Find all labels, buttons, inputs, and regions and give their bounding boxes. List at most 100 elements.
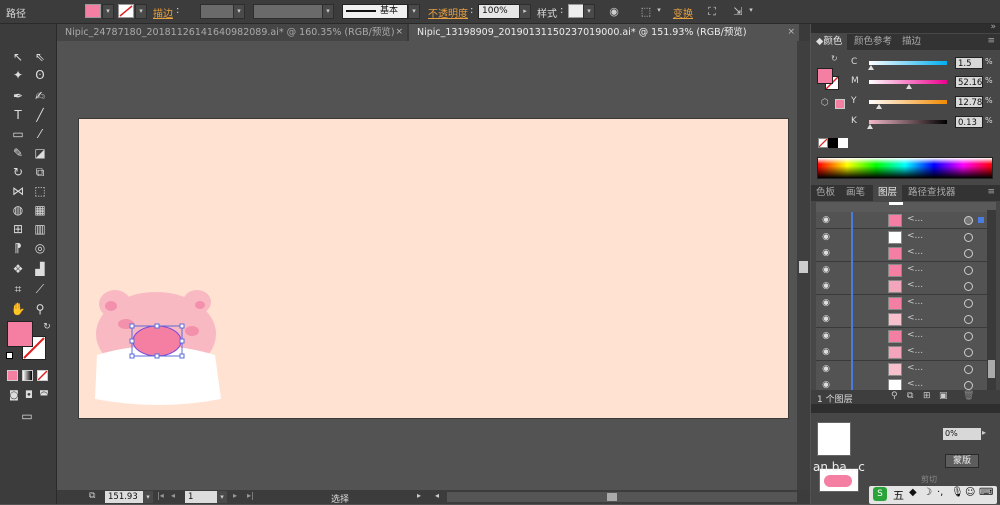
close-icon[interactable]: × <box>395 24 403 41</box>
slice-tool-icon[interactable]: ⟋ <box>31 280 49 298</box>
visibility-eye-icon[interactable]: ◉ <box>820 347 832 357</box>
layer-row[interactable]: ◉ <... <box>816 327 996 345</box>
lasso-tool-icon[interactable]: ʘ <box>31 66 49 84</box>
black-swatch[interactable] <box>828 138 838 148</box>
column-graph-tool-icon[interactable]: ▟ <box>31 260 49 278</box>
stroke-color-swatch[interactable] <box>118 4 134 18</box>
scroll-thumb[interactable] <box>799 261 808 273</box>
visibility-eye-icon[interactable]: ◉ <box>820 314 832 324</box>
gradient-tool-icon[interactable]: ▥ <box>31 220 49 238</box>
symbol-sprayer-tool-icon[interactable]: ❖ <box>9 260 27 278</box>
black-value[interactable]: 0.13 <box>955 116 983 128</box>
page-dropdown[interactable]: ▾ <box>217 491 227 503</box>
blend-tool-icon[interactable]: ◎ <box>31 239 49 257</box>
cyan-slider[interactable]: C 1.5 % <box>851 57 996 71</box>
bounding-handle[interactable] <box>179 338 185 344</box>
color-mode-icon[interactable] <box>7 370 18 381</box>
page-field[interactable]: 1 <box>185 491 217 503</box>
tab-color[interactable]: ◆颜色 <box>811 34 848 50</box>
target-circle-icon[interactable] <box>964 381 973 390</box>
fill-dropdown-arrow[interactable]: ▾ <box>102 4 114 19</box>
visibility-eye-icon[interactable]: ◉ <box>820 298 832 308</box>
artboard-nav-icon[interactable]: ⧉ <box>89 491 101 502</box>
transform-link[interactable]: 变换 <box>673 5 693 20</box>
gamut-warning-icon[interactable]: ⬡ <box>821 98 829 108</box>
layer-row[interactable]: ◉ <... <box>816 228 996 246</box>
target-circle-icon[interactable] <box>964 216 973 225</box>
eraser-tool-icon[interactable]: ◪ <box>31 144 49 162</box>
align-dropdown[interactable]: ▾ <box>653 4 665 19</box>
type-tool-icon[interactable]: T <box>9 106 27 124</box>
gradient-mode-icon[interactable] <box>22 370 33 381</box>
target-circle-icon[interactable] <box>964 331 973 341</box>
cyan-thumb[interactable] <box>868 65 874 70</box>
yellow-slider[interactable]: Y 12.78 % <box>851 96 996 110</box>
hscroll-thumb[interactable] <box>607 493 617 501</box>
curvature-tool-icon[interactable]: ✍ <box>31 87 49 105</box>
panel-menu-icon[interactable]: ⇲ <box>730 4 746 20</box>
perspective-grid-tool-icon[interactable]: ▦ <box>31 201 49 219</box>
visibility-eye-icon[interactable]: ◉ <box>820 364 832 374</box>
new-layer-icon[interactable]: ▣ <box>939 391 948 401</box>
layer-name[interactable]: <... <box>907 330 923 340</box>
ime-punctuation-icon[interactable]: ◆ <box>909 487 917 498</box>
stroke-label[interactable]: 描边 <box>153 5 173 20</box>
panel-dock-header[interactable]: » <box>811 22 1000 33</box>
artboard-tool-icon[interactable]: ⌗ <box>9 280 27 298</box>
target-circle-icon[interactable] <box>964 265 973 275</box>
visibility-eye-icon[interactable]: ◉ <box>820 265 832 275</box>
opacity-field[interactable]: 100% <box>478 4 520 19</box>
paintbrush-tool-icon[interactable]: ⁄ <box>31 125 49 143</box>
yellow-thumb[interactable] <box>876 104 882 109</box>
status-menu-arrow[interactable]: ▸ <box>417 491 421 500</box>
yellow-value[interactable]: 12.78 <box>955 96 983 108</box>
vertical-scrollbar[interactable] <box>797 41 810 490</box>
layers-scrollbar[interactable] <box>987 210 996 390</box>
hand-tool-icon[interactable]: ✋ <box>9 300 27 318</box>
draw-inside-icon[interactable]: ◚ <box>35 387 53 405</box>
cyan-track[interactable] <box>869 61 947 65</box>
layer-name[interactable]: <... <box>907 214 923 224</box>
layer-name[interactable]: <... <box>907 297 923 307</box>
bounding-handle[interactable] <box>129 353 135 359</box>
line-tool-icon[interactable]: ╱ <box>31 106 49 124</box>
style-dropdown[interactable]: ▾ <box>583 4 595 19</box>
tab-layers[interactable]: 图层 <box>873 185 903 201</box>
first-artboard-icon[interactable]: |◂ <box>157 491 164 500</box>
target-circle-icon[interactable] <box>964 364 973 374</box>
opacity-dropdown[interactable]: ▸ <box>519 4 531 19</box>
panel-menu-dropdown[interactable]: ▾ <box>745 4 757 19</box>
target-circle-icon[interactable] <box>964 315 973 324</box>
target-circle-icon[interactable] <box>964 282 973 291</box>
next-artboard-icon[interactable]: ▸ <box>233 491 237 500</box>
tab-stroke[interactable]: 描边 <box>897 34 926 50</box>
layer-row[interactable]: ◉ <... <box>816 311 996 328</box>
bounding-handle[interactable] <box>179 323 185 329</box>
layer-name[interactable]: <... <box>907 280 923 290</box>
cyan-value[interactable]: 1.5 <box>955 57 983 69</box>
closest-color-swatch[interactable] <box>835 99 845 109</box>
brush-dropdown[interactable]: ▾ <box>408 4 420 19</box>
tab-pathfinder[interactable]: 路径查找器 <box>903 185 961 201</box>
magenta-slider[interactable]: M 52.16 % <box>851 76 996 90</box>
tab-swatches[interactable]: 色板 <box>811 185 840 201</box>
magenta-thumb[interactable] <box>906 84 912 89</box>
isolate-icon[interactable]: ⛶ <box>704 4 720 20</box>
width-tool-icon[interactable]: ⋈ <box>9 182 27 200</box>
delete-layer-icon[interactable]: 🗑 <box>963 391 974 401</box>
recolor-artwork-icon[interactable]: ◉ <box>606 4 622 20</box>
tab-color-guide[interactable]: 颜色参考 <box>849 34 897 50</box>
bounding-handle[interactable] <box>129 338 135 344</box>
pen-tool-icon[interactable]: ✒ <box>9 87 27 105</box>
layer-name[interactable]: <... <box>907 379 923 389</box>
brush-definition-field[interactable]: 基本 <box>342 4 408 19</box>
none-mode-icon[interactable] <box>37 370 48 381</box>
layer-row[interactable]: ◉ <... <box>816 245 996 262</box>
selection-tool-icon[interactable]: ↖ <box>9 48 27 66</box>
transparency-opacity-arrow[interactable]: ▸ <box>982 428 986 437</box>
ime-microphone-icon[interactable]: 🎙 <box>951 487 964 498</box>
panel-menu-icon[interactable]: ≡ <box>987 187 995 197</box>
magenta-value[interactable]: 52.16 <box>955 76 983 88</box>
swap-fill-stroke-icon[interactable]: ↻ <box>38 318 56 336</box>
color-panel-fill-front[interactable] <box>817 68 833 84</box>
